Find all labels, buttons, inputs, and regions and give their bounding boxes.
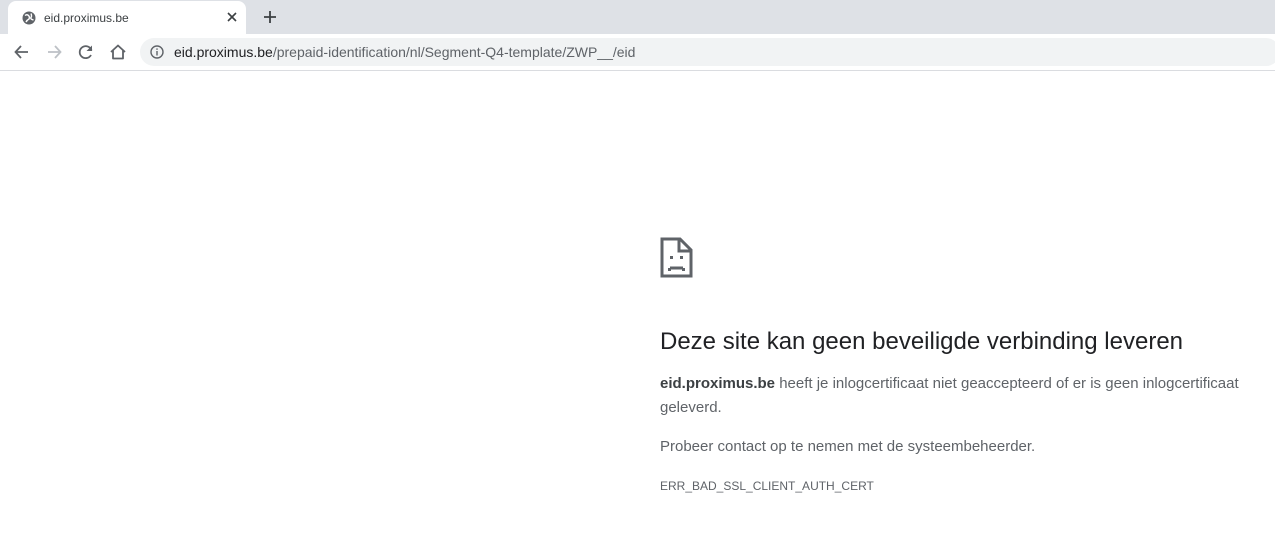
url-text[interactable]: eid.proximus.be/prepaid-identification/n… <box>174 44 635 60</box>
address-bar[interactable]: eid.proximus.be/prepaid-identification/n… <box>140 38 1275 66</box>
tab-strip: eid.proximus.be <box>0 0 1275 34</box>
error-suggestion: Probeer contact op te nemen met de syste… <box>660 438 1036 455</box>
url-host: eid.proximus.be <box>174 44 273 60</box>
info-icon[interactable] <box>150 45 164 59</box>
home-icon[interactable] <box>108 42 128 62</box>
arrow-left-icon[interactable] <box>12 42 32 62</box>
tab-title: eid.proximus.be <box>44 11 129 25</box>
reload-icon[interactable] <box>76 42 96 62</box>
error-title: Deze site kan geen beveiligde verbinding… <box>660 328 1184 355</box>
browser-tab[interactable]: eid.proximus.be <box>8 1 246 34</box>
plus-icon[interactable] <box>259 6 281 28</box>
browser-toolbar: eid.proximus.be/prepaid-identification/n… <box>0 34 1275 71</box>
error-description: eid.proximus.be heeft je inlogcertificaa… <box>660 372 1260 420</box>
arrow-right-icon[interactable] <box>44 42 64 62</box>
url-path: /prepaid-identification/nl/Segment-Q4-te… <box>272 44 636 60</box>
error-host: eid.proximus.be <box>660 375 776 392</box>
close-icon[interactable] <box>224 9 240 25</box>
globe-icon <box>21 10 37 26</box>
sad-document-icon <box>659 236 695 280</box>
error-code: ERR_BAD_SSL_CLIENT_AUTH_CERT <box>660 479 874 493</box>
